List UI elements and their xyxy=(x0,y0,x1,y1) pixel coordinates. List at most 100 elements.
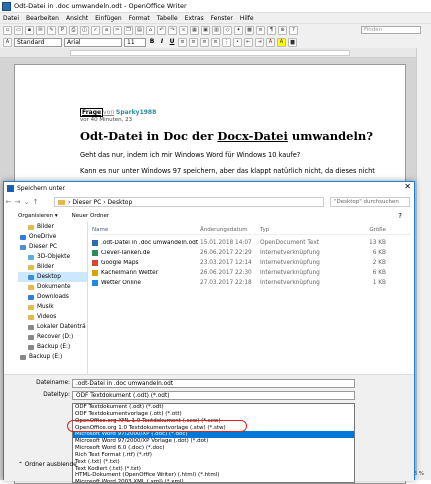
menu-extras[interactable]: Extras xyxy=(185,15,204,22)
vertical-scrollbar[interactable] xyxy=(416,48,431,480)
menu-ansicht[interactable]: Ansicht xyxy=(66,15,88,22)
nav-item[interactable]: Videos xyxy=(18,312,87,322)
open-folder-icon[interactable]: ▭ xyxy=(14,25,23,35)
chart-icon[interactable]: ▥ xyxy=(212,25,221,35)
align-right-icon[interactable]: ≡ xyxy=(200,37,209,47)
column-name[interactable]: Name xyxy=(92,227,200,233)
breadcrumb[interactable]: › Dieser PC › Desktop xyxy=(54,197,324,207)
menu-einfuegen[interactable]: Einfügen xyxy=(95,15,121,22)
zoom-icon[interactable]: ⊕ xyxy=(278,25,287,35)
nav-item[interactable]: Backup (E:) xyxy=(18,342,87,352)
paste-icon[interactable]: ▤ xyxy=(135,25,144,35)
font-color-icon[interactable]: A xyxy=(266,37,275,47)
pdf-icon[interactable]: P xyxy=(58,25,67,35)
up-arrow-icon[interactable]: ↑ xyxy=(31,198,40,206)
datasource-icon[interactable]: ≡ xyxy=(256,25,265,35)
author-name[interactable]: Sparky1988 xyxy=(116,109,156,116)
justify-icon[interactable]: ≡ xyxy=(211,37,220,47)
new-document-icon[interactable]: ▫ xyxy=(3,25,12,35)
menu-hilfe[interactable]: Hilfe xyxy=(240,15,254,22)
column-date[interactable]: Änderungsdatum xyxy=(200,227,260,233)
preview-icon[interactable]: ◫ xyxy=(80,25,89,35)
nav-item[interactable]: Bilder xyxy=(18,222,87,232)
back-arrow-icon[interactable]: ← xyxy=(4,198,13,206)
format-paintbrush-icon[interactable]: ⌂ xyxy=(146,25,155,35)
file-row[interactable]: Kachelmann Wetter 26.06.2017 22:30 Interne… xyxy=(92,268,410,278)
highlight-icon[interactable]: A xyxy=(277,37,286,47)
gallery-icon[interactable]: ▩ xyxy=(245,25,254,35)
filetype-option[interactable]: Text (.txt) (*.txt) xyxy=(73,459,354,466)
nav-item[interactable]: Downloads xyxy=(18,292,87,302)
font-name-select[interactable]: Arial xyxy=(64,37,122,47)
new-folder-button[interactable]: Neuer Ordner xyxy=(72,213,110,219)
filetype-option[interactable]: HTML-Dokument (OpenOffice Writer) (.html… xyxy=(73,472,354,479)
bold-icon[interactable]: B xyxy=(148,38,156,46)
forward-arrow-icon[interactable]: → xyxy=(13,198,22,206)
filetype-select[interactable]: ODF Textdokument (.odt) (*.odt) xyxy=(72,391,355,400)
filetype-option[interactable]: Microsoft Word 97/2000/XP (.doc) (*.doc) xyxy=(73,431,354,439)
cut-icon[interactable]: ✂ xyxy=(113,25,122,35)
indent-decrease-icon[interactable]: ⇤ xyxy=(244,37,253,47)
menu-tabelle[interactable]: Tabelle xyxy=(157,15,178,22)
redo-icon[interactable]: ↷ xyxy=(168,25,177,35)
copy-icon[interactable]: ❐ xyxy=(124,25,133,35)
menu-datei[interactable]: Datei xyxy=(3,15,19,22)
horizontal-ruler[interactable] xyxy=(0,48,431,58)
background-color-icon[interactable]: ▆ xyxy=(288,37,297,47)
dialog-title-bar[interactable]: Speichern unter ✕ xyxy=(4,182,414,194)
underline-icon[interactable]: U xyxy=(168,38,176,46)
print-icon[interactable]: ⎙ xyxy=(69,25,78,35)
column-size[interactable]: Größe xyxy=(346,227,386,233)
nav-item[interactable]: Lokaler Datenträ xyxy=(18,322,87,332)
file-row[interactable]: Clever-Tanken.de 26.06.2017 22:29 Internet… xyxy=(92,248,410,258)
nonprinting-chars-icon[interactable]: ¶ xyxy=(267,25,276,35)
filetype-option[interactable]: Microsoft Word 97/2000/XP Vorlage (.dot)… xyxy=(73,438,354,445)
filetype-option[interactable]: Text Kodiert (.txt) (*.txt) xyxy=(73,466,354,473)
table-icon[interactable]: ▦ xyxy=(190,25,199,35)
nav-item[interactable]: Desktop xyxy=(18,272,87,282)
filetype-option[interactable]: Microsoft Word 6.0 (.doc) (*.doc) xyxy=(73,445,354,452)
draw-icon[interactable]: ◇ xyxy=(223,25,232,35)
find-input[interactable]: Finden xyxy=(361,26,421,34)
bullets-icon[interactable]: • xyxy=(233,37,242,47)
menu-fenster[interactable]: Fenster xyxy=(211,15,233,22)
filetype-option[interactable]: ODF Textdokumentvorlage (.ott) (*.ott) xyxy=(73,411,354,418)
filetype-option[interactable]: Rich Text Format (.rtf) (*.rtf) xyxy=(73,452,354,459)
nav-item[interactable]: Dieser PC xyxy=(18,242,87,252)
search-input[interactable]: "Desktop" durchsuchen xyxy=(330,197,410,207)
filename-input[interactable]: .odt-Datei in .doc umwandeln.odt xyxy=(72,379,355,388)
styles-icon[interactable]: A xyxy=(3,37,12,47)
nav-item[interactable]: 3D-Objekte xyxy=(18,252,87,262)
menu-format[interactable]: Format xyxy=(129,15,150,22)
chevron-down-icon[interactable]: ⌄ xyxy=(22,198,31,206)
nav-item[interactable]: Backup (E:) xyxy=(18,352,87,362)
hide-folders-toggle[interactable]: ⌃ Ordner ausblende xyxy=(18,462,77,468)
breadcrumb-desktop[interactable]: Desktop xyxy=(108,199,133,206)
document-text[interactable]: Frage von Sparky1988 vor 40 Minuten, 23 O… xyxy=(80,108,375,175)
file-row[interactable]: Wetter Online 27.03.2017 22:18 Internetver… xyxy=(92,278,410,288)
image-icon[interactable]: ▣ xyxy=(201,25,210,35)
nav-item[interactable]: Recover (D:) xyxy=(18,332,87,342)
numbering-icon[interactable]: ⋮ xyxy=(222,37,231,47)
italic-icon[interactable]: I xyxy=(158,38,166,46)
edit-icon[interactable]: ✎ xyxy=(47,25,56,35)
undo-icon[interactable]: ↶ xyxy=(157,25,166,35)
filetype-option[interactable]: ODF Textdokument (.odt) (*.odt) xyxy=(73,404,354,411)
email-icon[interactable]: ✉ xyxy=(36,25,45,35)
nav-item[interactable]: Bilder xyxy=(18,262,87,272)
nav-item[interactable]: Dokumente xyxy=(18,282,87,292)
navigator-icon[interactable]: ✦ xyxy=(234,25,243,35)
align-left-icon[interactable]: ≡ xyxy=(178,37,187,47)
spellcheck-icon[interactable]: ✓ xyxy=(91,25,100,35)
help-icon[interactable]: ? xyxy=(398,212,402,220)
nav-item[interactable]: Musik xyxy=(18,302,87,312)
save-icon[interactable]: ▪ xyxy=(25,25,34,35)
breadcrumb-this-pc[interactable]: Dieser PC xyxy=(72,199,101,206)
nav-item[interactable]: OneDrive xyxy=(18,232,87,242)
file-row[interactable]: .odt-Datei in .doc umwandeln.odt 15.01.20… xyxy=(92,238,410,248)
font-size-select[interactable]: 11 xyxy=(124,37,146,47)
indent-increase-icon[interactable]: ⇥ xyxy=(255,37,264,47)
paragraph-style-select[interactable]: Standard xyxy=(14,37,62,47)
help-icon[interactable]: ? xyxy=(289,25,298,35)
hyperlink-icon[interactable]: ∞ xyxy=(179,25,188,35)
